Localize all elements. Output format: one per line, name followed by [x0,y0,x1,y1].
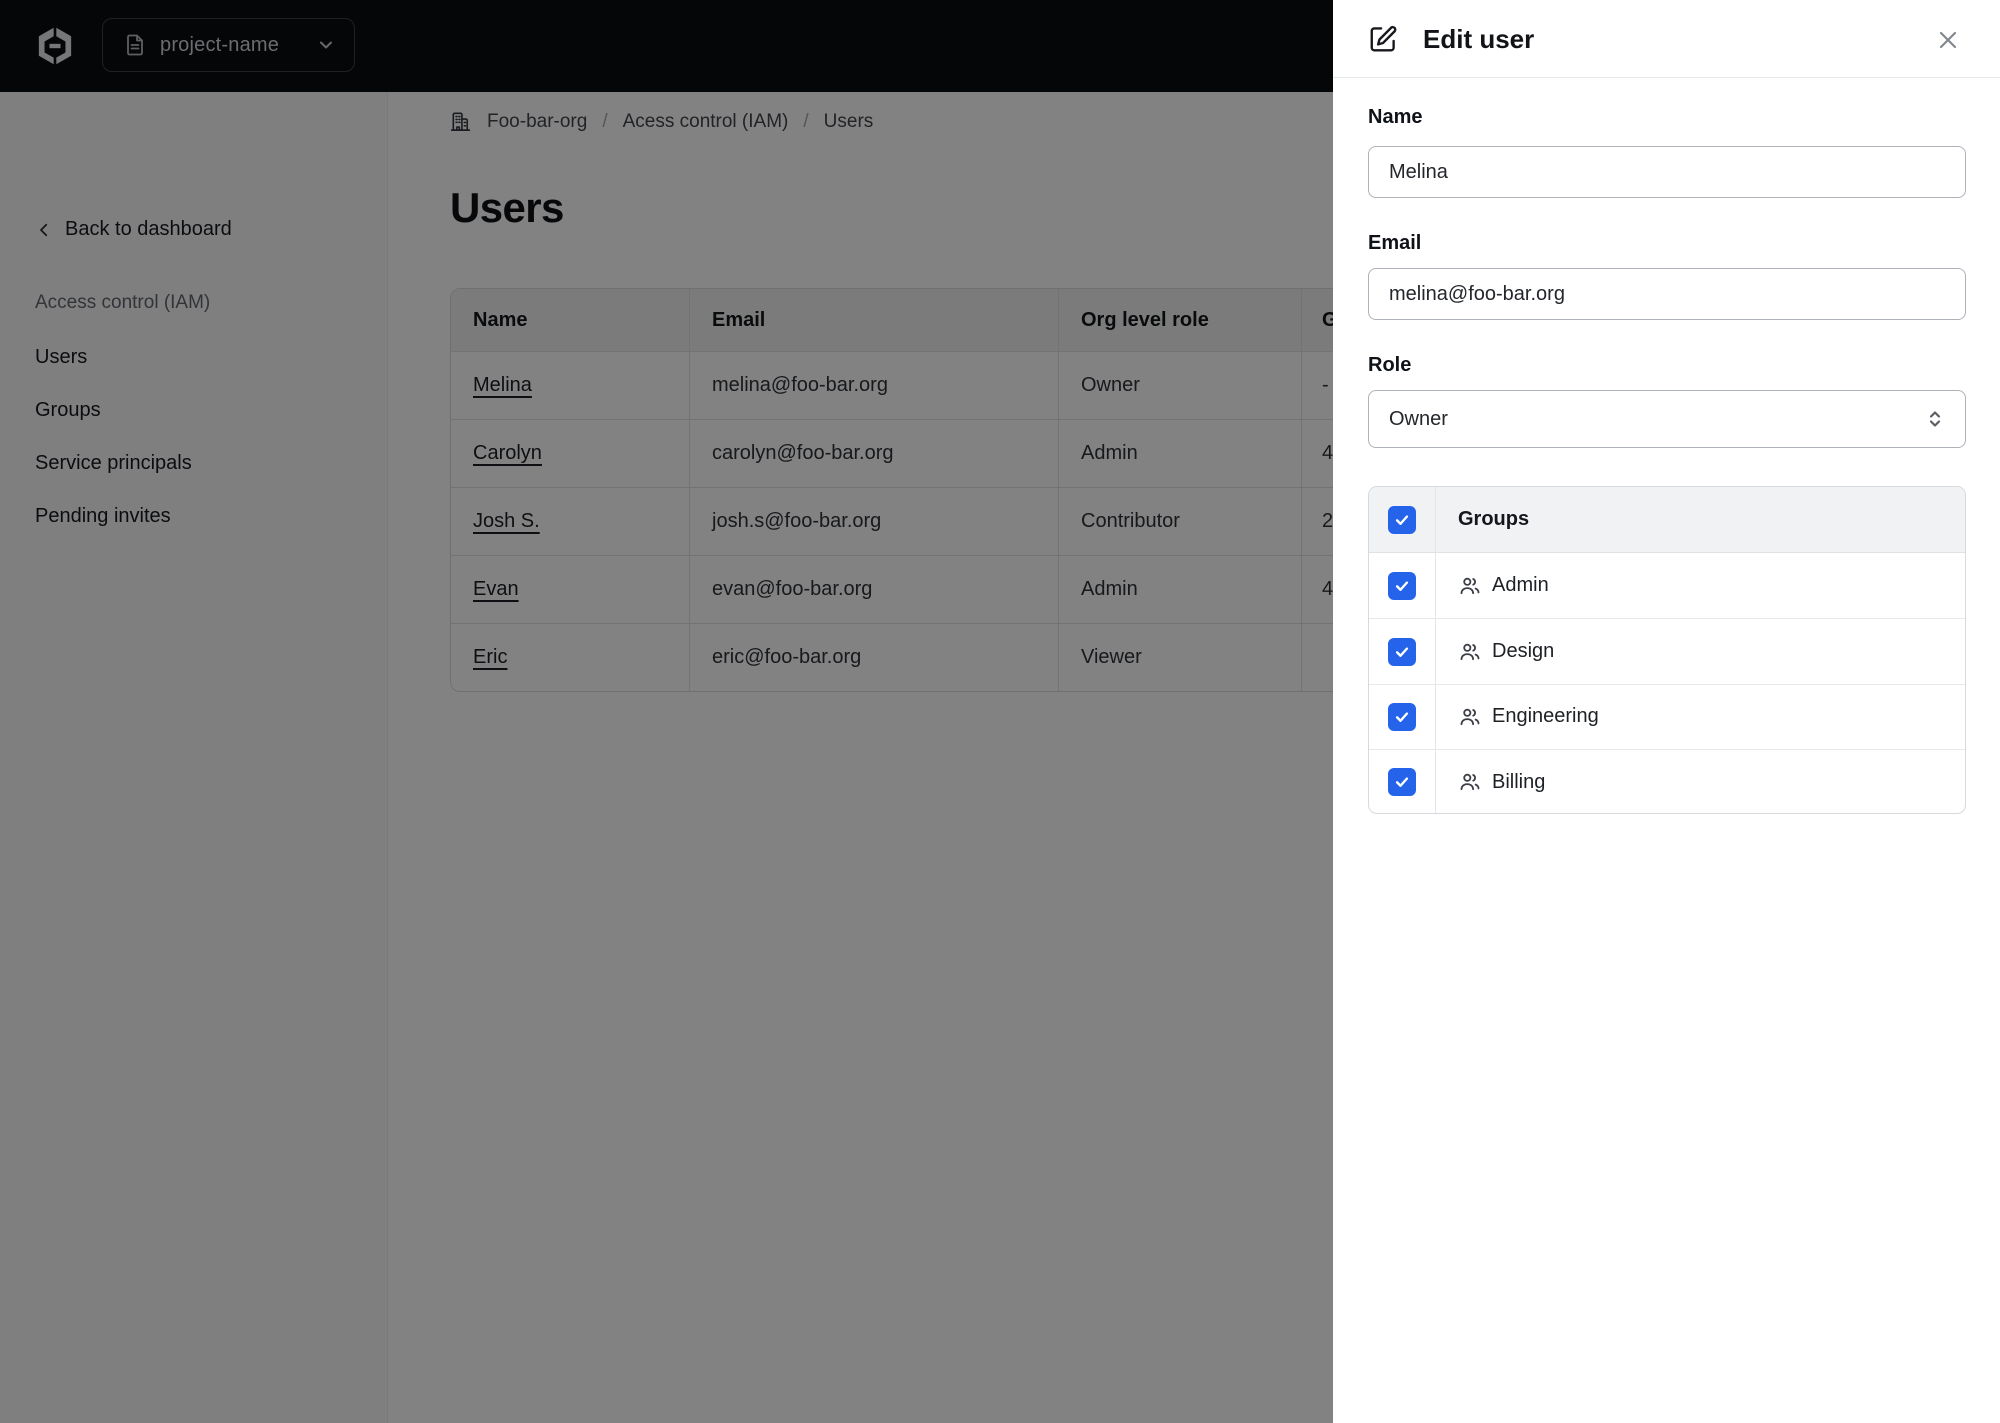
role-select[interactable]: Owner [1368,390,1966,448]
people-icon [1458,574,1482,598]
drawer-title: Edit user [1423,24,1535,54]
group-checkbox[interactable] [1388,637,1416,666]
group-label: Design [1492,640,1555,663]
check-icon [1395,514,1409,525]
close-icon[interactable] [1934,26,1962,54]
group-checkbox-cell [1369,750,1436,813]
group-checkbox-cell [1369,553,1436,619]
group-label: Billing [1492,770,1546,793]
group-row: Design [1369,618,1965,684]
edit-icon [1368,24,1398,54]
people-icon [1458,705,1482,729]
check-icon [1395,777,1409,788]
group-label: Admin [1492,574,1549,597]
email-label: Email [1368,232,1422,254]
groups-header-label: Groups [1458,508,1530,530]
edit-user-drawer: Edit user Name Email Role Owner Groups [1333,0,2000,1423]
group-row: Engineering [1369,683,1965,750]
groups-select-all-cell [1369,487,1436,552]
group-label: Engineering [1492,705,1599,728]
email-field[interactable] [1368,268,1966,320]
check-icon [1395,581,1409,591]
groups-panel-header: Groups [1369,487,1965,553]
groups-panel: Groups Admin Design Engineering Billing [1368,486,1966,814]
group-checkbox[interactable] [1388,768,1416,797]
role-select-value: Owner [1389,407,1448,430]
groups-select-all-checkbox[interactable] [1388,505,1416,534]
modal-overlay[interactable] [0,0,1333,1423]
people-icon [1458,640,1482,664]
name-label: Name [1368,106,1423,128]
group-checkbox[interactable] [1388,702,1416,731]
group-row: Admin [1369,553,1965,619]
check-icon [1395,647,1409,657]
unfold-icon [1923,407,1947,431]
group-checkbox-cell [1369,619,1436,684]
role-label: Role [1368,354,1412,376]
name-field[interactable] [1368,146,1966,198]
group-row: Billing [1369,749,1965,813]
group-checkbox-cell [1369,684,1436,750]
people-icon [1458,770,1482,794]
check-icon [1395,712,1409,722]
group-checkbox[interactable] [1388,571,1416,600]
